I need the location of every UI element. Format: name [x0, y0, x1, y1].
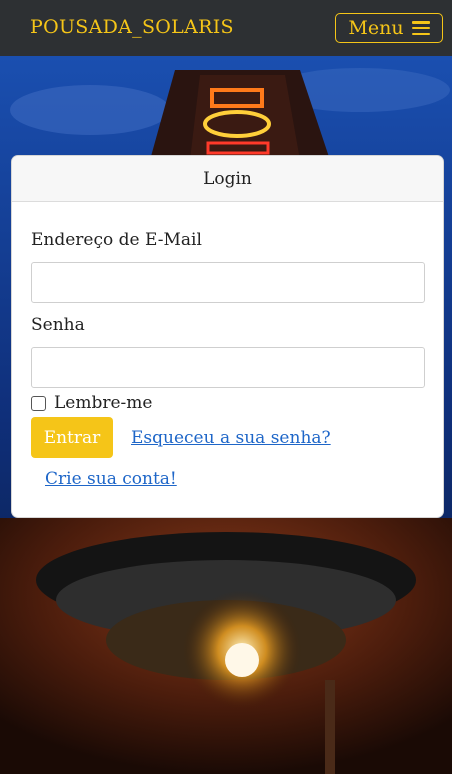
email-label: Endereço de E-Mail — [31, 230, 202, 250]
email-field[interactable] — [31, 262, 425, 303]
remember-me-label[interactable]: Lembre-me — [54, 393, 152, 413]
remember-me-row: Lembre-me — [31, 393, 152, 413]
hamburger-icon — [411, 21, 430, 35]
password-label: Senha — [31, 315, 85, 335]
login-title: Login — [203, 168, 252, 189]
menu-label: Menu — [348, 17, 404, 39]
login-card: Login Endereço de E-Mail Senha Lembre-me… — [11, 155, 444, 518]
forgot-password-link[interactable]: Esqueceu a sua senha? — [131, 428, 331, 448]
remember-me-checkbox[interactable] — [31, 395, 46, 411]
navbar: POUSADA_SOLARIS Menu — [0, 0, 452, 56]
brand-logo-text[interactable]: POUSADA_SOLARIS — [30, 16, 234, 38]
login-submit-button[interactable]: Entrar — [31, 417, 113, 458]
password-field[interactable] — [31, 347, 425, 388]
menu-button[interactable]: Menu — [335, 13, 443, 43]
register-link[interactable]: Crie sua conta! — [45, 469, 177, 489]
login-card-header: Login — [12, 156, 443, 202]
